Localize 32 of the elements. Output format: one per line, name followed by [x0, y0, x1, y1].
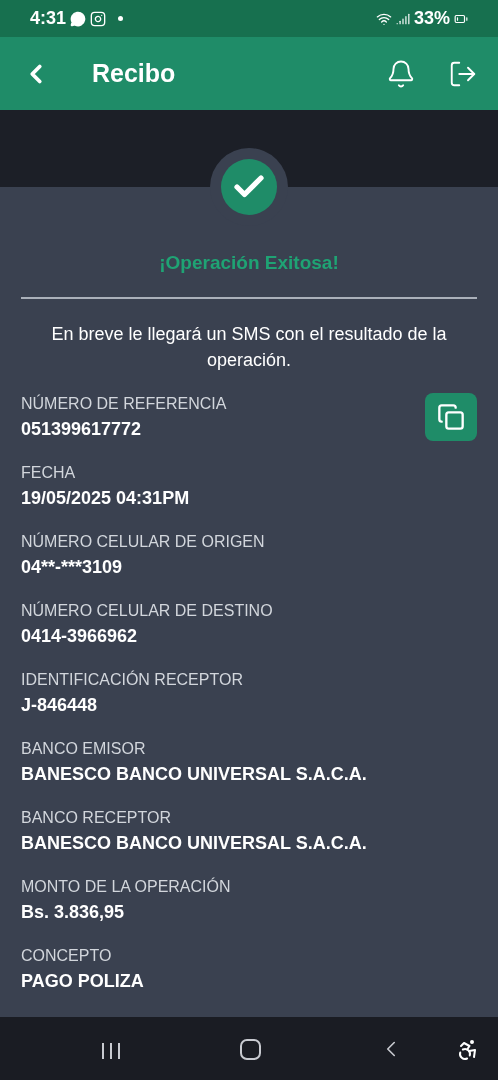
instagram-icon: [90, 10, 107, 27]
field-label: BANCO EMISOR: [21, 738, 147, 759]
field-value: 19/05/2025 04:31PM: [21, 486, 190, 510]
status-time: 4:31: [30, 7, 67, 30]
header-title: Recibo: [92, 57, 176, 89]
bell-icon[interactable]: [386, 58, 416, 89]
field-label: NÚMERO CELULAR DE DESTINO: [21, 600, 273, 621]
field-label: NÚMERO DE REFERENCIA: [21, 393, 227, 414]
battery-percent: 33%: [413, 7, 450, 30]
result-message: En breve le llegará un SMS con el resultado de la operación.: [50, 322, 448, 372]
copy-icon: [437, 403, 465, 431]
field-value: Bs. 3.836,95: [21, 900, 126, 924]
field-value: 051399617772: [21, 417, 143, 441]
field-label: FECHA: [21, 462, 77, 483]
field-value: 0414-3966962: [21, 624, 139, 648]
field-label: BANCO RECEPTOR: [21, 807, 172, 828]
recents-icon[interactable]: [100, 1042, 122, 1060]
result-title: ¡Operación Exitosa!: [158, 251, 340, 275]
copy-button[interactable]: [425, 393, 477, 441]
field-value: BANESCO BANCO UNIVERSAL S.A.C.A.: [21, 762, 367, 786]
chat-icon: [70, 10, 87, 27]
field-value: 04**-***3109: [21, 555, 124, 579]
field-label: NÚMERO CELULAR DE ORIGEN: [21, 531, 265, 552]
check-icon: [221, 159, 277, 215]
field-value: J-846448: [21, 693, 99, 717]
field-label: CONCEPTO: [21, 945, 113, 966]
field-label: MONTO DE LA OPERACIÓN: [21, 876, 231, 897]
field-label: IDENTIFICACIÓN RECEPTOR: [21, 669, 243, 690]
signal-icon: [395, 11, 410, 26]
field-value: BANESCO BANCO UNIVERSAL S.A.C.A.: [21, 831, 367, 855]
field-value: PAGO POLIZA: [21, 969, 144, 993]
home-icon[interactable]: [240, 1039, 261, 1060]
